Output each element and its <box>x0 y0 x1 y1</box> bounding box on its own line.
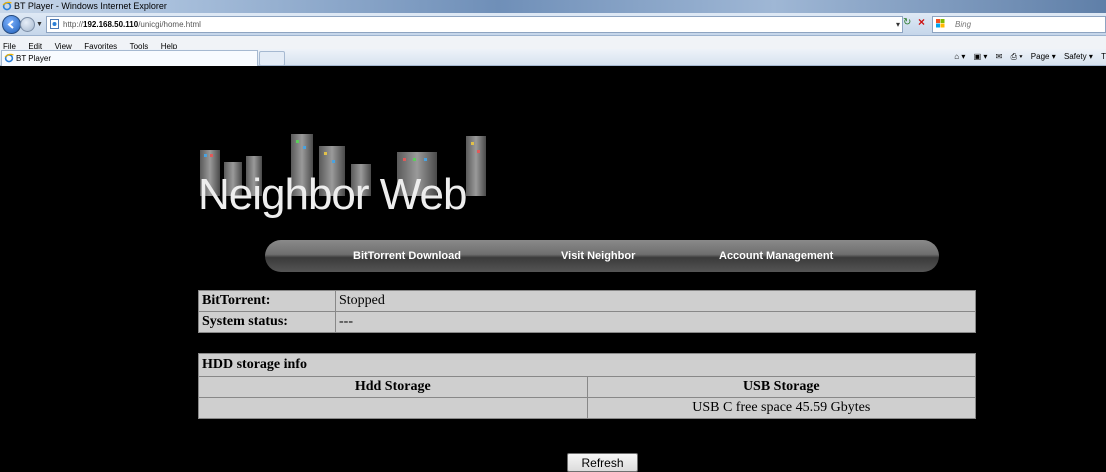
bittorrent-value: Stopped <box>335 290 976 312</box>
table-row: System status: --- <box>198 311 976 333</box>
url-text: http://192.168.50.110/unicgi/home.html <box>63 20 201 29</box>
main-nav: BitTorrent Download Visit Neighbor Accou… <box>265 240 939 272</box>
bing-icon <box>936 19 945 28</box>
new-tab-button[interactable] <box>259 51 285 66</box>
ie-logo-icon <box>2 1 12 11</box>
table-row: USB C free space 45.59 Gbytes <box>198 397 976 419</box>
command-bar: ⌂ ▾ ▣ ▾ ✉ ⎙ ▾ Page ▾ Safety ▾ T <box>948 49 1106 65</box>
tab-label: BT Player <box>16 54 51 63</box>
back-button[interactable] <box>2 15 21 34</box>
usb-storage-header: USB Storage <box>586 376 976 398</box>
table-row: BitTorrent: Stopped <box>198 290 976 312</box>
forward-button[interactable] <box>20 17 35 32</box>
tab-bt-player[interactable]: BT Player <box>1 50 258 66</box>
system-status-value: --- <box>335 311 976 333</box>
safety-menu[interactable]: Safety ▾ <box>1064 52 1093 61</box>
history-dropdown-icon[interactable]: ▼ <box>36 21 43 28</box>
table-row: HDD storage info <box>198 353 976 377</box>
address-toolbar: ▼ http://192.168.50.110/unicgi/home.html… <box>0 13 1106 36</box>
back-arrow-icon <box>7 20 14 29</box>
home-icon[interactable]: ⌂ ▾ <box>954 52 965 61</box>
refresh-page-icon[interactable]: ↻ <box>903 17 911 28</box>
usb-storage-value: USB C free space 45.59 Gbytes <box>586 397 976 419</box>
address-dropdown-icon[interactable]: ▾ <box>896 17 900 32</box>
nav-bittorrent-download[interactable]: BitTorrent Download <box>353 240 461 272</box>
window-title: BT Player - Windows Internet Explorer <box>14 1 167 11</box>
feeds-icon[interactable]: ▣ ▾ <box>974 52 988 61</box>
system-status-label: System status: <box>198 311 336 333</box>
table-header-row: Hdd Storage USB Storage <box>198 376 976 398</box>
print-icon[interactable]: ⎙ ▾ <box>1011 52 1023 61</box>
menu-bar: File Edit View Favorites Tools Help <box>0 36 1106 51</box>
nav-account-management[interactable]: Account Management <box>719 240 833 272</box>
hdd-storage-table: HDD storage info Hdd Storage USB Storage… <box>198 353 976 419</box>
bittorrent-label: BitTorrent: <box>198 290 336 312</box>
search-input[interactable] <box>953 17 1102 32</box>
hdd-storage-caption: HDD storage info <box>198 353 976 377</box>
mail-icon[interactable]: ✉ <box>996 52 1003 61</box>
neighbor-web-logo: Neighbor Web <box>198 132 498 219</box>
refresh-button[interactable]: Refresh <box>567 453 638 472</box>
stop-icon[interactable]: × <box>918 15 925 29</box>
page-icon <box>50 19 59 29</box>
tab-bar: BT Player ⌂ ▾ ▣ ▾ ✉ ⎙ ▾ Page ▾ Safety ▾ … <box>0 49 1106 66</box>
tools-menu-truncated[interactable]: T <box>1101 52 1106 61</box>
nav-visit-neighbor[interactable]: Visit Neighbor <box>561 240 635 272</box>
hdd-storage-header: Hdd Storage <box>198 376 588 398</box>
page-menu[interactable]: Page ▾ <box>1031 52 1056 61</box>
window-titlebar: BT Player - Windows Internet Explorer <box>0 0 1106 13</box>
status-table: BitTorrent: Stopped System status: --- <box>198 290 976 333</box>
page-content: Neighbor Web BitTorrent Download Visit N… <box>0 66 1106 472</box>
search-box[interactable] <box>932 16 1106 33</box>
logo-text: Neighbor Web <box>198 170 467 219</box>
address-bar[interactable]: http://192.168.50.110/unicgi/home.html ▾ <box>46 16 903 33</box>
hdd-storage-value <box>198 397 588 419</box>
ie-logo-icon <box>4 53 14 63</box>
